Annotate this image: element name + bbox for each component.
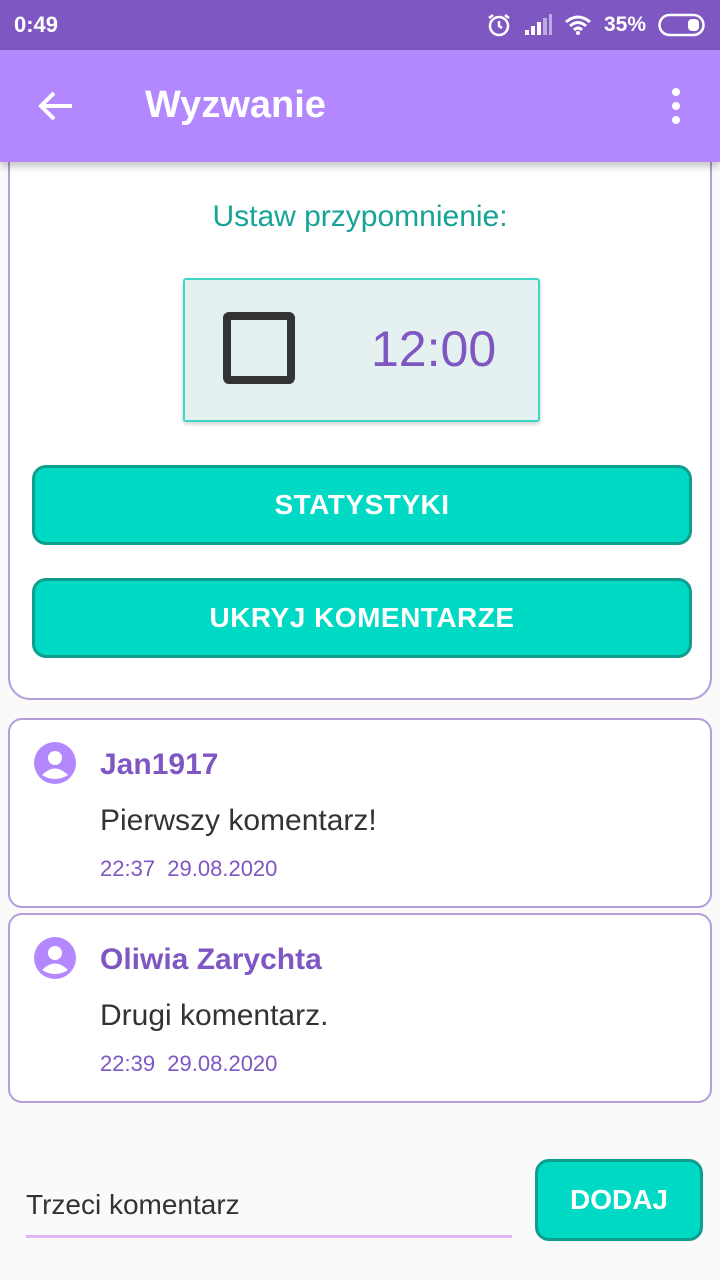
- reminder-time[interactable]: 12:00: [371, 320, 496, 378]
- page-title: Wyzwanie: [145, 84, 326, 126]
- account-circle-icon: [34, 742, 76, 784]
- comment-author: Jan1917: [100, 748, 219, 781]
- battery-icon: [658, 13, 705, 37]
- reminder-label: Ustaw przypomnienie:: [212, 200, 508, 233]
- battery-percent: 35%: [603, 13, 646, 36]
- reminder-box: 12:00: [183, 278, 540, 422]
- more-vert-icon[interactable]: [664, 86, 688, 126]
- comment-timestamp: 22:37 29.08.2020: [100, 856, 277, 882]
- comment-text: Drugi komentarz.: [100, 999, 329, 1032]
- arrow-back-icon[interactable]: [36, 86, 76, 126]
- reminder-checkbox[interactable]: [223, 312, 295, 384]
- comment-timestamp: 22:39 29.08.2020: [100, 1051, 277, 1077]
- comment-date: 29.08.2020: [167, 1051, 278, 1076]
- status-icons: 35%: [486, 10, 706, 40]
- comment-input[interactable]: [26, 1174, 512, 1238]
- add-comment-button[interactable]: DODAJ: [535, 1159, 703, 1241]
- challenge-card: Ustaw przypomnienie: 12:00 STATYSTYKI UK…: [8, 140, 712, 700]
- signal-icon: [524, 14, 552, 35]
- status-bar: 0:49 35%: [0, 0, 720, 50]
- statistics-button[interactable]: STATYSTYKI: [32, 465, 692, 545]
- comment-item: Jan1917 Pierwszy komentarz! 22:37 29.08.…: [8, 718, 712, 908]
- comment-text: Pierwszy komentarz!: [100, 804, 377, 837]
- comment-time: 22:37: [100, 856, 156, 881]
- alarm-icon: [488, 14, 510, 37]
- app-bar: Wyzwanie: [0, 50, 720, 162]
- comment-composer: DODAJ: [0, 1106, 720, 1280]
- comment-time: 22:39: [100, 1051, 156, 1076]
- comment-author: Oliwia Zarychta: [100, 943, 322, 976]
- status-time: 0:49: [14, 12, 59, 37]
- hide-comments-button[interactable]: UKRYJ KOMENTARZE: [32, 578, 692, 658]
- account-circle-icon: [34, 937, 76, 979]
- comment-item: Oliwia Zarychta Drugi komentarz. 22:39 2…: [8, 913, 712, 1103]
- comment-date: 29.08.2020: [167, 856, 278, 881]
- wifi-icon: [565, 15, 591, 35]
